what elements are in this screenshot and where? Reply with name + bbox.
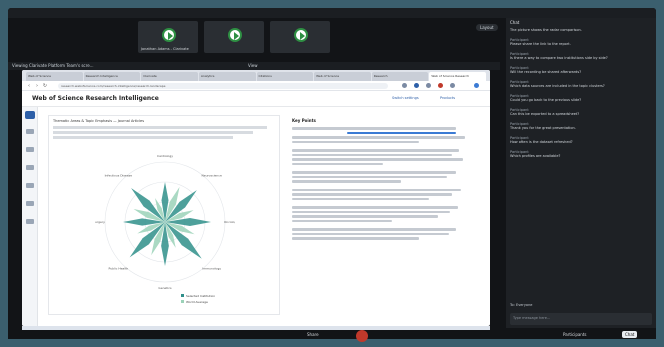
profile-avatar[interactable] [474, 83, 479, 88]
participants-button[interactable]: Participants [560, 331, 590, 338]
legend-item: World Average [186, 300, 208, 304]
address-bar-row: ‹ › ↻ research.webofscience.com/research… [22, 81, 490, 91]
side-navigation [22, 107, 38, 326]
browser-tab[interactable]: Analytics [198, 72, 256, 81]
sidebar-nav-icon[interactable] [26, 201, 34, 206]
browser-tab[interactable]: Research [371, 72, 429, 81]
radar-panel: Thematic Areas & Topic Emphasis — Journa… [48, 115, 280, 315]
browser-tab-active[interactable]: Web of Science Research [429, 72, 486, 81]
url-field[interactable]: research.webofscience.com/research-intel… [58, 83, 388, 89]
radar-axis-label: Immunology [202, 267, 221, 271]
share-button[interactable]: Share [304, 331, 322, 338]
chat-message-text: Which profiles are available? [510, 154, 561, 158]
browser-tab[interactable]: Clarivate [141, 72, 198, 81]
sidebar-nav-icon[interactable] [26, 183, 34, 188]
extension-icon[interactable] [414, 83, 419, 88]
chat-message: Participant Which profiles are available? [510, 150, 652, 158]
chat-message-text: How often is the dataset refreshed? [510, 140, 573, 144]
panel-description-line [53, 136, 233, 139]
radar-axis-label: Surgery [95, 220, 105, 224]
sidebar-nav-icon[interactable] [26, 129, 34, 134]
chat-message: Participant Could you go back to the prev… [510, 94, 652, 102]
chat-message-text: Will the recording be shared afterwards? [510, 70, 582, 74]
radar-axis-label: Oncology [224, 220, 235, 224]
wos-header: Web of Science Research Intelligence Swi… [22, 91, 490, 107]
chat-message: Participant How often is the dataset refr… [510, 136, 652, 144]
chat-recipient-select[interactable]: To: Everyone [510, 303, 532, 307]
extension-icon[interactable] [402, 83, 407, 88]
participant-tiles: Jonathan Adams - Clarivate [138, 21, 330, 53]
sidebar-nav-icon[interactable] [26, 147, 34, 152]
browser-tab[interactable]: Citations [256, 72, 314, 81]
chat-message: Participant Can this be exported to a spr… [510, 108, 652, 116]
key-points-heading: Key Points [292, 118, 316, 123]
chat-message-text: Is there a way to compare two institutio… [510, 56, 608, 60]
extension-icon[interactable] [450, 83, 455, 88]
extension-icon[interactable] [426, 83, 431, 88]
radar-axis-label: Cardiology [157, 154, 173, 158]
key-points-text [292, 127, 474, 242]
participant-avatar-icon [294, 28, 308, 42]
extension-icon[interactable] [438, 83, 443, 88]
switch-settings-link[interactable]: Switch settings [392, 96, 419, 100]
panel-description-line [53, 131, 253, 134]
chat-message-list: The picture shows the radar comparison. P… [510, 28, 652, 164]
chat-button[interactable]: Chat [622, 331, 638, 338]
browser-tabs: Web of Science Research Intelligence Cla… [22, 70, 490, 81]
shared-browser: Web of Science Research Intelligence Cla… [22, 70, 490, 326]
meeting-window: Jonathan Adams - Clarivate Layout Viewin… [8, 8, 656, 339]
products-link[interactable]: Products [440, 96, 455, 100]
forward-icon[interactable]: › [34, 83, 40, 89]
chat-message: Participant Which data sources are includ… [510, 80, 652, 88]
radar-axis-label: Infectious Disease [105, 173, 133, 177]
browser-tab[interactable]: Research Intelligence [83, 72, 141, 81]
chat-message-text: Thank you for the great presentation. [510, 126, 576, 130]
participant-tile[interactable]: Jonathan Adams - Clarivate [138, 21, 198, 53]
chat-message: Participant Thank you for the great prese… [510, 122, 652, 130]
chat-message: Participant Please share the link to the … [510, 38, 652, 46]
chat-message-text: Which data sources are included in the t… [510, 84, 605, 88]
participant-tile[interactable] [270, 21, 330, 53]
legend-item: Selected Institution [186, 294, 215, 298]
chat-message-text: Could you go back to the previous slide? [510, 98, 582, 102]
chat-message: Participant Is there a way to compare two… [510, 52, 652, 60]
participant-avatar-icon [162, 28, 176, 42]
radar-axis-label: Genetics [158, 286, 172, 290]
participant-name: Jonathan Adams - Clarivate [141, 47, 189, 51]
meeting-title-bar [8, 8, 656, 18]
browser-tab[interactable]: Web of Science [314, 72, 371, 81]
layout-button[interactable]: Layout [476, 24, 498, 31]
screen-share-bar: Viewing Clarivate Platform Team's scre..… [8, 62, 500, 70]
chat-message: The picture shows the radar comparison. [510, 28, 652, 32]
sidebar-nav-icon[interactable] [26, 165, 34, 170]
participant-avatar-icon [228, 28, 242, 42]
key-points-panel: Key Points [288, 115, 478, 315]
chat-header: Chat [510, 20, 520, 25]
participant-tile[interactable] [204, 21, 264, 53]
reload-icon[interactable]: ↻ [42, 83, 48, 89]
chat-panel: Chat The picture shows the radar compari… [506, 18, 656, 328]
sidebar-nav-icon[interactable] [26, 219, 34, 224]
view-options-button[interactable]: View [248, 63, 258, 68]
meeting-footer: Share Participants Chat [8, 330, 656, 339]
panel-description-line [53, 126, 267, 129]
radar-axis-label: Neuroscience [202, 173, 222, 177]
panel-heading: Thematic Areas & Topic Emphasis — Journa… [53, 119, 145, 123]
home-nav-icon[interactable] [25, 111, 35, 119]
leave-meeting-button[interactable] [356, 330, 368, 342]
chat-input[interactable]: Type message here... [510, 313, 652, 325]
chat-message-text: Please share the link to the report. [510, 42, 571, 46]
browser-tab[interactable]: Web of Science [26, 72, 83, 81]
radar-axis-label: Public Health [108, 267, 128, 271]
chat-message-text: Can this be exported to a spreadsheet? [510, 112, 580, 116]
radar-chart: Cardiology Neuroscience Oncology Immunology… [95, 154, 235, 304]
back-icon[interactable]: ‹ [26, 83, 32, 89]
chat-message: Participant Will the recording be shared … [510, 66, 652, 74]
chat-message-text: The picture shows the radar comparison. [510, 28, 582, 32]
screen-share-label: Viewing Clarivate Platform Team's scre..… [12, 63, 94, 68]
page-title: Web of Science Research Intelligence [32, 95, 159, 102]
